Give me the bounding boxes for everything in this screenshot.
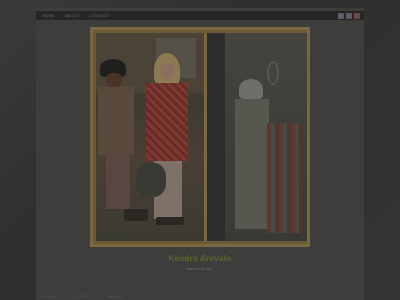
photo-prop <box>136 163 166 197</box>
person-jacket <box>98 87 134 155</box>
social-icon-1[interactable] <box>338 12 344 19</box>
footer-item-3[interactable]: ARCHIVE <box>107 295 123 299</box>
photo-caption-subtitle: fashion & style <box>186 266 213 271</box>
top-navigation-bar: HOME ABOUT CONTACT <box>36 11 364 20</box>
nav-item-about[interactable]: ABOUT <box>65 13 80 18</box>
photo-caption-title[interactable]: Kendra Arevalo <box>0 254 400 263</box>
person-face <box>106 73 122 87</box>
photo-right-panel <box>207 33 307 241</box>
person-shoes <box>124 209 148 221</box>
person2-face <box>160 63 174 79</box>
photo-left-panel <box>96 33 204 241</box>
footer-item-2[interactable]: POSTS <box>75 295 87 299</box>
person3-headwrap <box>239 79 263 99</box>
person2-dress <box>146 83 188 161</box>
footer-bar: DESIGN POSTS ARCHIVE <box>36 294 364 300</box>
nav-item-contact[interactable]: CONTACT <box>90 13 110 18</box>
social-icon-3[interactable] <box>354 12 360 19</box>
social-icon-2[interactable] <box>346 12 352 19</box>
person-pants <box>106 153 130 209</box>
social-icons <box>338 12 360 19</box>
photo-clothing-rack <box>267 123 303 233</box>
featured-photo[interactable] <box>90 27 310 247</box>
nav-item-home[interactable]: HOME <box>42 13 55 18</box>
photo-doorframe <box>207 33 225 241</box>
footer-item-1[interactable]: DESIGN <box>42 295 55 299</box>
person2-shoes <box>156 217 184 225</box>
person3-body <box>235 99 269 229</box>
photo-wall-mirror <box>267 61 279 85</box>
nav-menu: HOME ABOUT CONTACT <box>42 13 110 18</box>
